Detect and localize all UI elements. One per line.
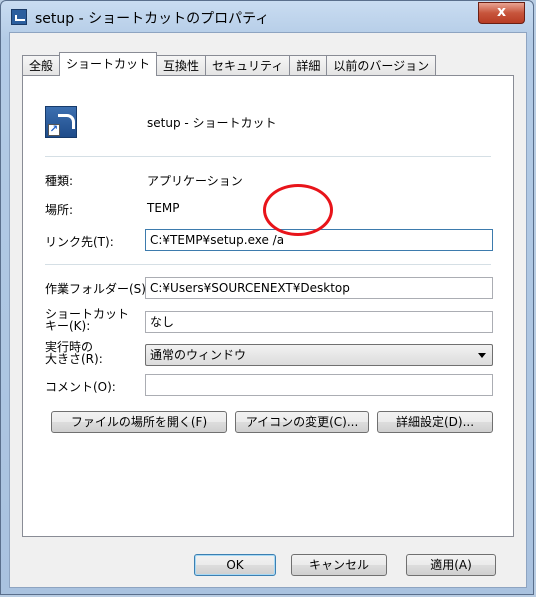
change-icon-button[interactable]: アイコンの変更(C)...	[235, 411, 369, 433]
window-title: setup - ショートカットのプロパティ	[35, 11, 270, 27]
comment-input[interactable]	[145, 374, 493, 396]
program-mark-icon	[58, 114, 75, 129]
run-size-value: 通常のウィンドウ	[150, 348, 247, 362]
apply-button[interactable]: 適用(A)	[406, 554, 496, 576]
divider	[45, 264, 491, 265]
tab-strip: 全般 ショートカット 互換性 セキュリティ 詳細 以前のバージョン	[22, 52, 437, 76]
divider	[45, 156, 491, 157]
tab-shortcut[interactable]: ショートカット	[59, 52, 158, 76]
hotkey-input[interactable]: なし	[145, 311, 493, 333]
tab-previous-versions[interactable]: 以前のバージョン	[326, 55, 437, 76]
close-button[interactable]: x	[478, 2, 525, 24]
tab-details[interactable]: 詳細	[289, 55, 328, 76]
tab-general[interactable]: 全般	[22, 55, 61, 76]
title-bar[interactable]: setup - ショートカットのプロパティ x	[1, 1, 533, 33]
start-in-label: 作業フォルダー(S):	[45, 282, 151, 296]
type-label: 種類:	[45, 174, 74, 188]
tab-security[interactable]: セキュリティ	[205, 55, 291, 76]
properties-window: setup - ショートカットのプロパティ x 全般 ショートカット 互換性 セ…	[0, 0, 534, 595]
dialog-body: 全般 ショートカット 互換性 セキュリティ 詳細 以前のバージョン ↗ setu…	[9, 32, 527, 588]
open-file-location-button[interactable]: ファイルの場所を開く(F)	[51, 411, 227, 433]
cancel-button[interactable]: キャンセル	[291, 554, 387, 576]
hotkey-label-line2: キー(K):	[45, 319, 91, 333]
shortcut-arrow-icon: ↗	[48, 124, 60, 136]
comment-label: コメント(O):	[45, 380, 116, 394]
run-label-line2: 大きさ(R):	[45, 352, 103, 366]
target-input[interactable]: C:¥TEMP¥setup.exe /a	[145, 229, 493, 251]
location-value: TEMP	[147, 201, 180, 215]
location-label: 場所:	[45, 203, 74, 217]
target-label: リンク先(T):	[45, 235, 114, 249]
start-in-input[interactable]: C:¥Users¥SOURCENEXT¥Desktop	[145, 277, 493, 299]
ok-button[interactable]: OK	[194, 554, 276, 576]
type-value: アプリケーション	[147, 174, 243, 188]
shortcut-name: setup - ショートカット	[147, 116, 277, 130]
hotkey-label: ショートカット キー(K):	[45, 308, 129, 332]
shortcut-tab-panel: ↗ setup - ショートカット 種類: アプリケーション 場所: TEMP …	[22, 75, 514, 537]
shortcut-large-icon: ↗	[45, 106, 77, 138]
shortcut-app-icon	[11, 9, 27, 25]
run-size-select[interactable]: 通常のウィンドウ	[145, 344, 493, 366]
run-label: 実行時の 大きさ(R):	[45, 341, 103, 365]
tab-compatibility[interactable]: 互換性	[156, 55, 207, 76]
advanced-button[interactable]: 詳細設定(D)...	[377, 411, 493, 433]
chevron-down-icon	[478, 353, 486, 358]
